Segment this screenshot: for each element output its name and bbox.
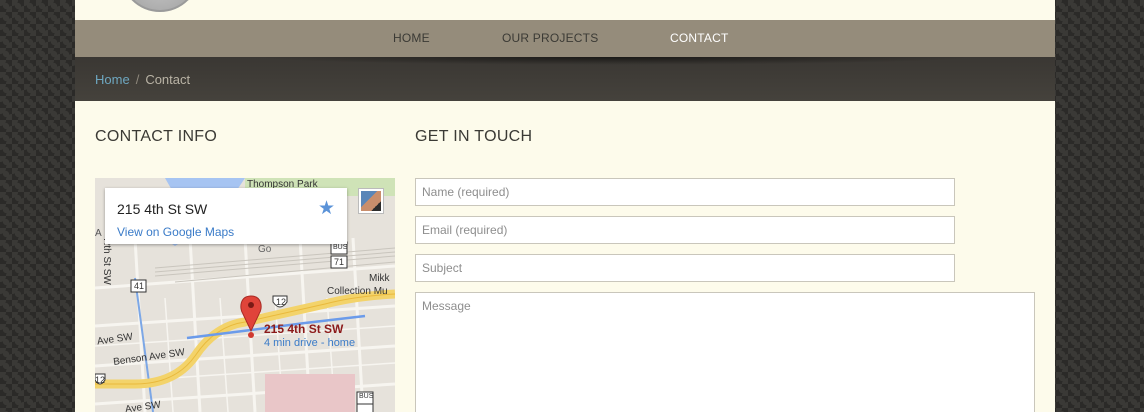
nav-item-contact[interactable]: CONTACT [670, 31, 729, 45]
avatar-image [361, 191, 381, 211]
breadcrumb-home-link[interactable]: Home [95, 72, 130, 87]
site-logo[interactable] [120, 0, 200, 12]
map-label-collection: Collection Mu [327, 286, 388, 297]
email-field[interactable] [415, 216, 955, 244]
map-info-card: 215 4th St SW ★ View on Google Maps [105, 188, 347, 244]
name-field[interactable] [415, 178, 955, 206]
message-field[interactable] [415, 292, 1035, 412]
map-pin-subtitle[interactable]: 4 min drive - home [264, 337, 355, 349]
map-shield-12: 12 [276, 297, 287, 307]
save-star-icon[interactable]: ★ [318, 197, 335, 220]
get-in-touch-heading: GET IN TOUCH [415, 128, 533, 145]
page-container: HOME OUR PROJECTS CONTACT Home / Contact C… [75, 0, 1055, 412]
contact-info-heading: CONTACT INFO [95, 128, 218, 145]
map-shield-bus: BUS [333, 244, 348, 251]
map-pin-title: 215 4th St SW [264, 322, 344, 336]
map-label-mikk: Mikk [369, 273, 390, 284]
map-shield-71: 71 [334, 257, 345, 267]
map-shield-41: 41 [134, 281, 145, 291]
navbar-shadow [255, 57, 975, 65]
map-label-go: Go [258, 244, 272, 255]
map-label-street: Rth St SW [100, 238, 112, 285]
breadcrumb: Home / Contact [95, 72, 190, 87]
main-navbar: HOME OUR PROJECTS CONTACT [75, 20, 1055, 57]
breadcrumb-separator: / [135, 72, 140, 87]
map-shield-12b: 12 [95, 375, 106, 385]
avatar[interactable] [358, 188, 384, 214]
map-shield-bus-2: BUS [359, 393, 374, 400]
map-address: 215 4th St SW [117, 201, 208, 217]
nav-item-home[interactable]: HOME [393, 31, 430, 45]
map-label-a: A [95, 228, 102, 239]
nav-item-our-projects[interactable]: OUR PROJECTS [502, 31, 598, 45]
google-map[interactable]: Thompson Park Collection Mu Mikk Benson … [95, 178, 395, 412]
subject-field[interactable] [415, 254, 955, 282]
view-on-google-maps-link[interactable]: View on Google Maps [117, 225, 234, 239]
breadcrumb-bar: Home / Contact [75, 57, 1055, 101]
breadcrumb-current: Contact [145, 72, 191, 87]
